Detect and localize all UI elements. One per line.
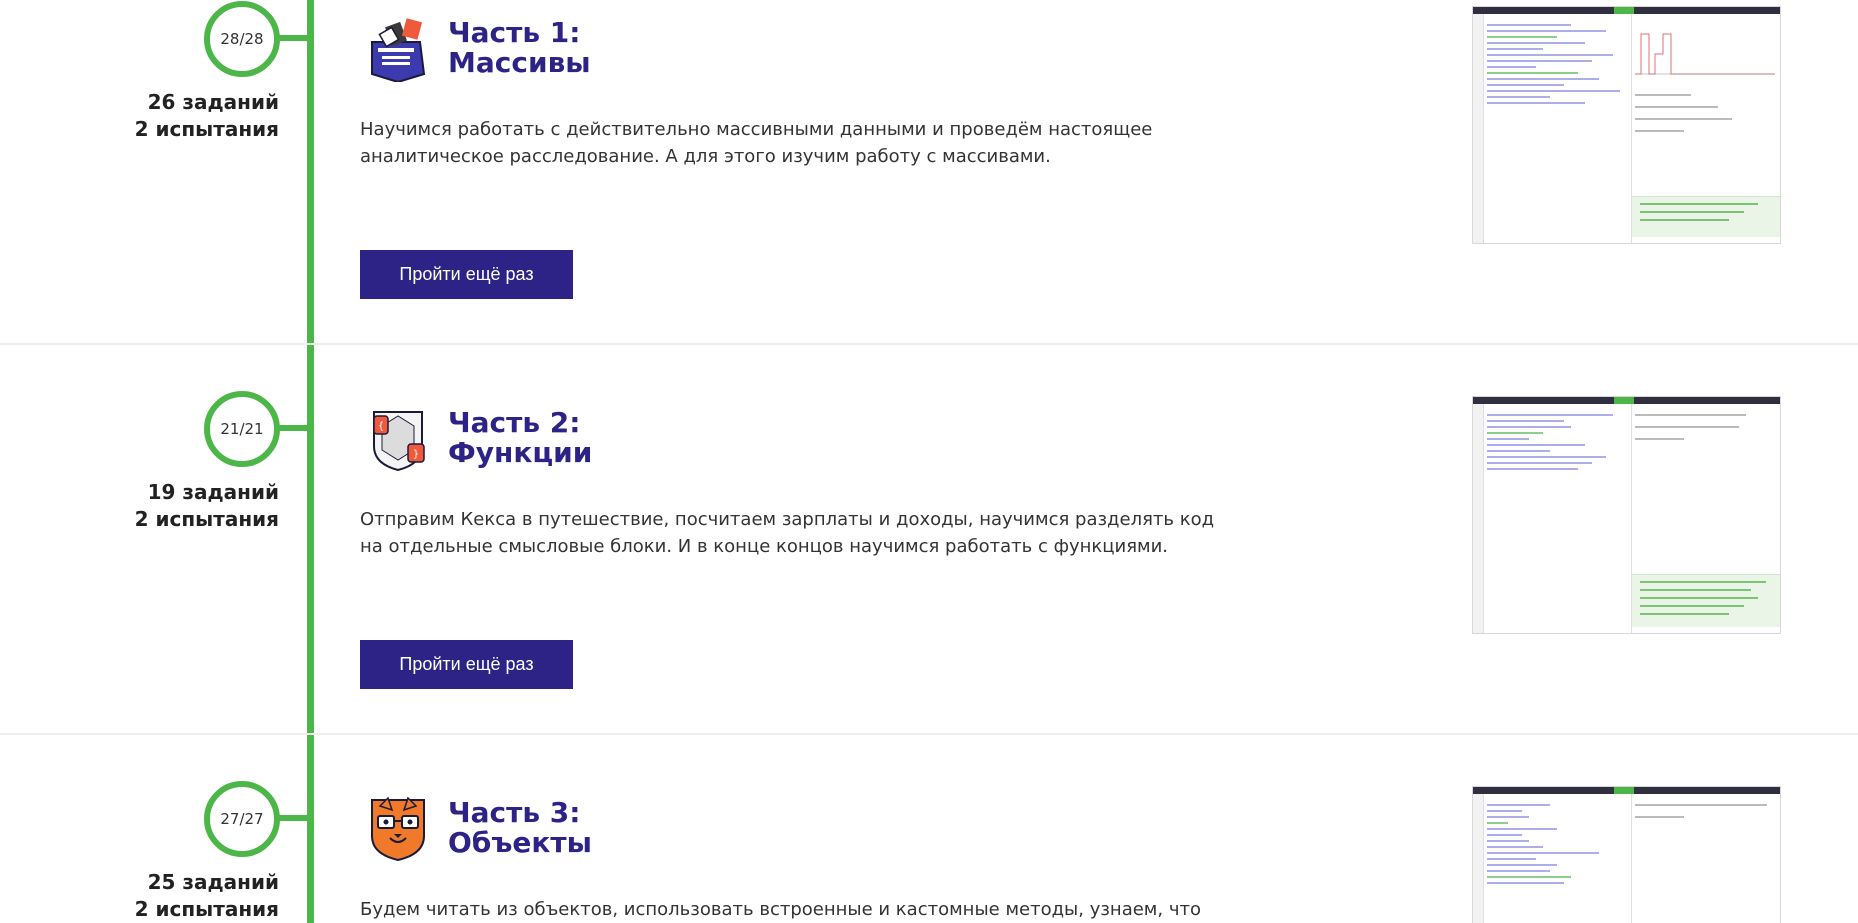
course-title-part-2: Часть 2: Функции bbox=[448, 408, 592, 468]
task-counts-part-1: 26 заданий 2 испытания bbox=[39, 89, 279, 143]
preview-console bbox=[1635, 804, 1774, 828]
course-part-name: Объекты bbox=[448, 826, 592, 859]
course-description-part-2: Отправим Кекса в путешествие, посчитаем … bbox=[360, 509, 1215, 557]
preview-code-lines bbox=[1487, 414, 1627, 474]
fist-with-braces-icon: { } bbox=[373, 411, 425, 472]
course-description-part-1: Научимся работать с действительно массив… bbox=[360, 119, 1153, 167]
retry-button-part-2[interactable]: Пройти ещё раз bbox=[360, 640, 573, 689]
course-title-part-1: Часть 1: Массивы bbox=[448, 18, 591, 78]
course-part-label: Часть 1: bbox=[448, 16, 581, 49]
cat-with-glasses-icon bbox=[371, 796, 425, 862]
course-part-name: Функции bbox=[448, 436, 593, 469]
tasks-count: 19 заданий bbox=[147, 480, 279, 504]
course-description-part-3: Будем читать из объектов, использовать в… bbox=[360, 899, 1201, 920]
box-with-cards-icon bbox=[371, 18, 426, 82]
progress-counter: 27/27 bbox=[220, 810, 264, 828]
progress-circle-part-3: 27/27 bbox=[204, 781, 280, 857]
preview-code-lines bbox=[1487, 804, 1627, 888]
section-divider bbox=[0, 733, 1858, 735]
code-editor-preview-objects bbox=[1472, 786, 1781, 923]
timeline-connector bbox=[276, 425, 314, 431]
progress-counter: 21/21 bbox=[220, 420, 264, 438]
tasks-count: 25 заданий bbox=[147, 870, 279, 894]
svg-text:{: { bbox=[378, 421, 384, 432]
task-counts-part-2: 19 заданий 2 испытания bbox=[39, 479, 279, 533]
preview-toolbar bbox=[1473, 7, 1780, 14]
trials-count: 2 испытания bbox=[134, 507, 279, 531]
progress-counter: 28/28 bbox=[220, 30, 264, 48]
preview-tests-panel bbox=[1632, 574, 1780, 627]
code-editor-preview-arrays bbox=[1472, 6, 1781, 244]
preview-code-lines bbox=[1487, 24, 1627, 108]
preview-toolbar bbox=[1473, 397, 1780, 404]
timeline-connector bbox=[276, 35, 314, 41]
code-editor-preview-functions bbox=[1472, 396, 1781, 634]
course-title-part-3: Часть 3: Объекты bbox=[448, 798, 592, 858]
preview-graph bbox=[1635, 33, 1775, 75]
preview-toolbar bbox=[1473, 787, 1780, 794]
timeline-connector bbox=[276, 815, 314, 821]
course-part-label: Часть 2: bbox=[448, 406, 581, 439]
tasks-count: 26 заданий bbox=[147, 90, 279, 114]
course-part-label: Часть 3: bbox=[448, 796, 581, 829]
trials-count: 2 испытания bbox=[134, 117, 279, 141]
timeline-line bbox=[307, 0, 314, 923]
preview-tests-panel bbox=[1632, 196, 1780, 237]
retry-button-part-1[interactable]: Пройти ещё раз bbox=[360, 250, 573, 299]
task-counts-part-3: 25 заданий 2 испытания bbox=[39, 869, 279, 923]
preview-console bbox=[1635, 414, 1774, 450]
progress-circle-part-1: 28/28 bbox=[204, 1, 280, 77]
svg-text:}: } bbox=[413, 449, 419, 460]
course-program-page: 28/28 26 заданий 2 испытания Часть 1: Ма… bbox=[0, 0, 1858, 923]
progress-circle-part-2: 21/21 bbox=[204, 391, 280, 467]
trials-count: 2 испытания bbox=[134, 897, 279, 921]
section-divider bbox=[0, 343, 1858, 345]
course-part-name: Массивы bbox=[448, 46, 591, 79]
preview-console bbox=[1635, 94, 1774, 142]
